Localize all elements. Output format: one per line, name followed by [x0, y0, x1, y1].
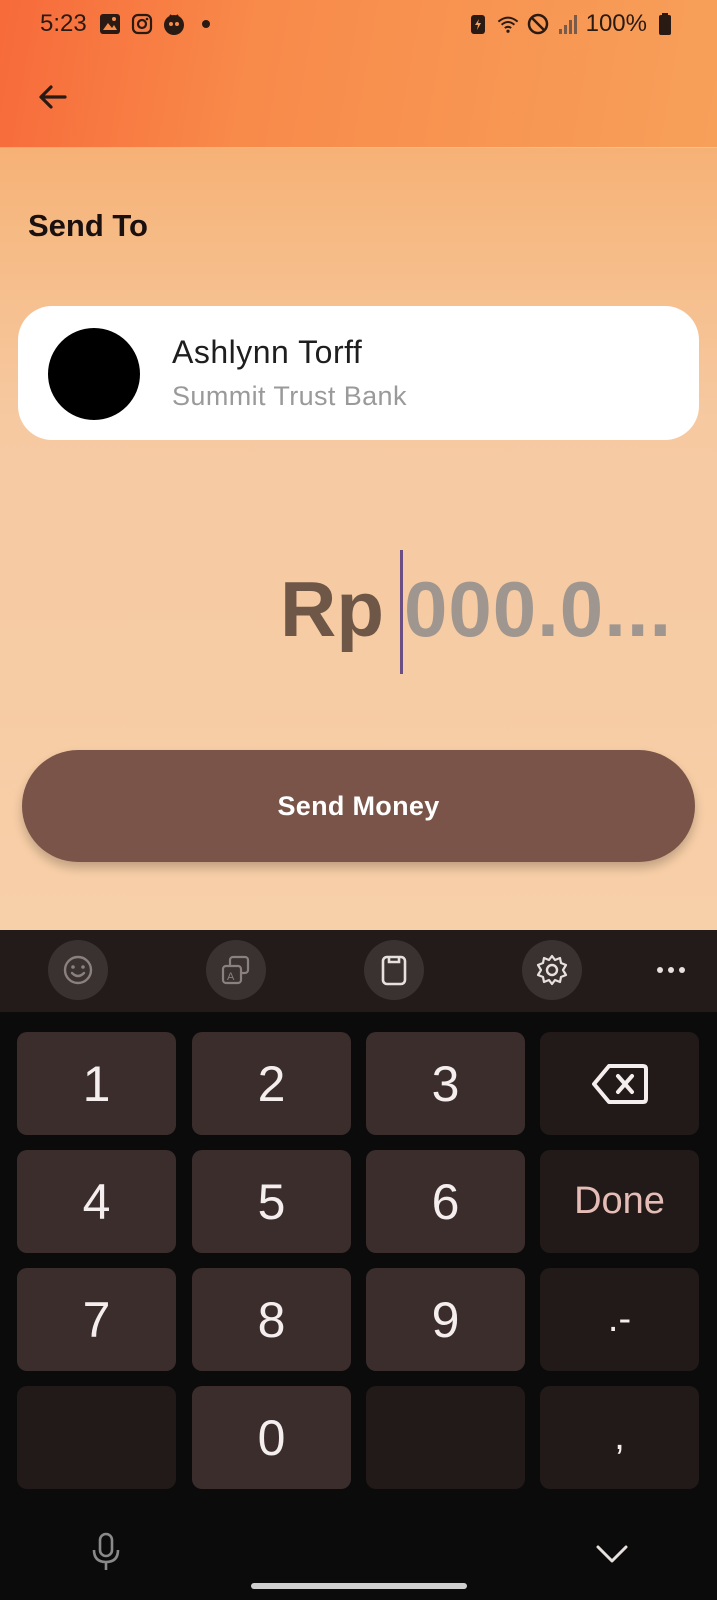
- text-caret: [400, 550, 403, 674]
- chevron-down-icon: [596, 1545, 628, 1563]
- key-0[interactable]: 0: [192, 1386, 351, 1489]
- recipient-name: Ashlynn Torff: [172, 334, 363, 370]
- battery-icon: [653, 12, 677, 36]
- signal-icon: [556, 12, 580, 36]
- voice-input-button[interactable]: [86, 1530, 126, 1574]
- empty-key-right: [366, 1386, 525, 1489]
- send-money-button[interactable]: Send Money: [22, 750, 695, 862]
- status-system-icons: 100%: [466, 10, 677, 38]
- hide-keyboard-button[interactable]: [592, 1534, 632, 1574]
- translate-button[interactable]: A: [206, 940, 266, 1000]
- back-button[interactable]: [30, 74, 76, 120]
- do-not-disturb-icon: [526, 12, 550, 36]
- amount-placeholder: 000.0...: [404, 565, 673, 653]
- dot-indicator-icon: [194, 12, 218, 36]
- key-5[interactable]: 5: [192, 1150, 351, 1253]
- svg-text:A: A: [227, 971, 235, 983]
- key-4[interactable]: 4: [17, 1150, 176, 1253]
- key-7[interactable]: 7: [17, 1268, 176, 1371]
- translate-icon: A: [221, 955, 250, 985]
- key-1[interactable]: 1: [17, 1032, 176, 1135]
- key-9[interactable]: 9: [366, 1268, 525, 1371]
- empty-key-left: [17, 1386, 176, 1489]
- microphone-icon: [92, 1532, 120, 1570]
- battery-percentage: 100%: [585, 10, 647, 37]
- recipient-card[interactable]: Ashlynn Torff Summit Trust Bank: [18, 306, 699, 440]
- backspace-icon: [591, 1063, 648, 1104]
- clipboard-icon: [381, 955, 407, 986]
- emoji-button[interactable]: [48, 940, 108, 1000]
- arrow-left-icon: [39, 85, 67, 109]
- more-options-button[interactable]: [651, 952, 691, 988]
- key-3[interactable]: 3: [366, 1032, 525, 1135]
- more-icon: [657, 967, 685, 973]
- keyboard-toolbar: A: [0, 930, 717, 1012]
- status-time: 5:23: [40, 10, 87, 37]
- top-app-bar: 5:23 100%: [0, 0, 717, 148]
- key-6[interactable]: 6: [366, 1150, 525, 1253]
- home-indicator[interactable]: [251, 1583, 467, 1589]
- comma-key[interactable]: ,: [540, 1386, 699, 1489]
- key-8[interactable]: 8: [192, 1268, 351, 1371]
- wifi-icon: [496, 12, 520, 36]
- clipboard-button[interactable]: [364, 940, 424, 1000]
- key-2[interactable]: 2: [192, 1032, 351, 1135]
- gallery-notification-icon: [98, 12, 122, 36]
- dot-minus-key[interactable]: .-: [540, 1268, 699, 1371]
- recipient-avatar: [48, 328, 140, 420]
- keyboard-settings-button[interactable]: [522, 940, 582, 1000]
- app-notification-icon: [162, 12, 186, 36]
- battery-saver-icon: [466, 12, 490, 36]
- amount-input[interactable]: Rp 000.0...: [0, 548, 717, 676]
- instagram-notification-icon: [130, 12, 154, 36]
- settings-icon: [536, 954, 568, 986]
- recipient-bank: Summit Trust Bank: [172, 381, 407, 411]
- status-notification-icons: [98, 12, 218, 36]
- status-bar: 5:23 100%: [0, 0, 717, 50]
- send-to-heading: Send To: [28, 208, 148, 243]
- emoji-icon: [63, 955, 93, 985]
- currency-label: Rp: [280, 565, 384, 653]
- backspace-key[interactable]: [540, 1032, 699, 1135]
- done-key[interactable]: Done: [540, 1150, 699, 1253]
